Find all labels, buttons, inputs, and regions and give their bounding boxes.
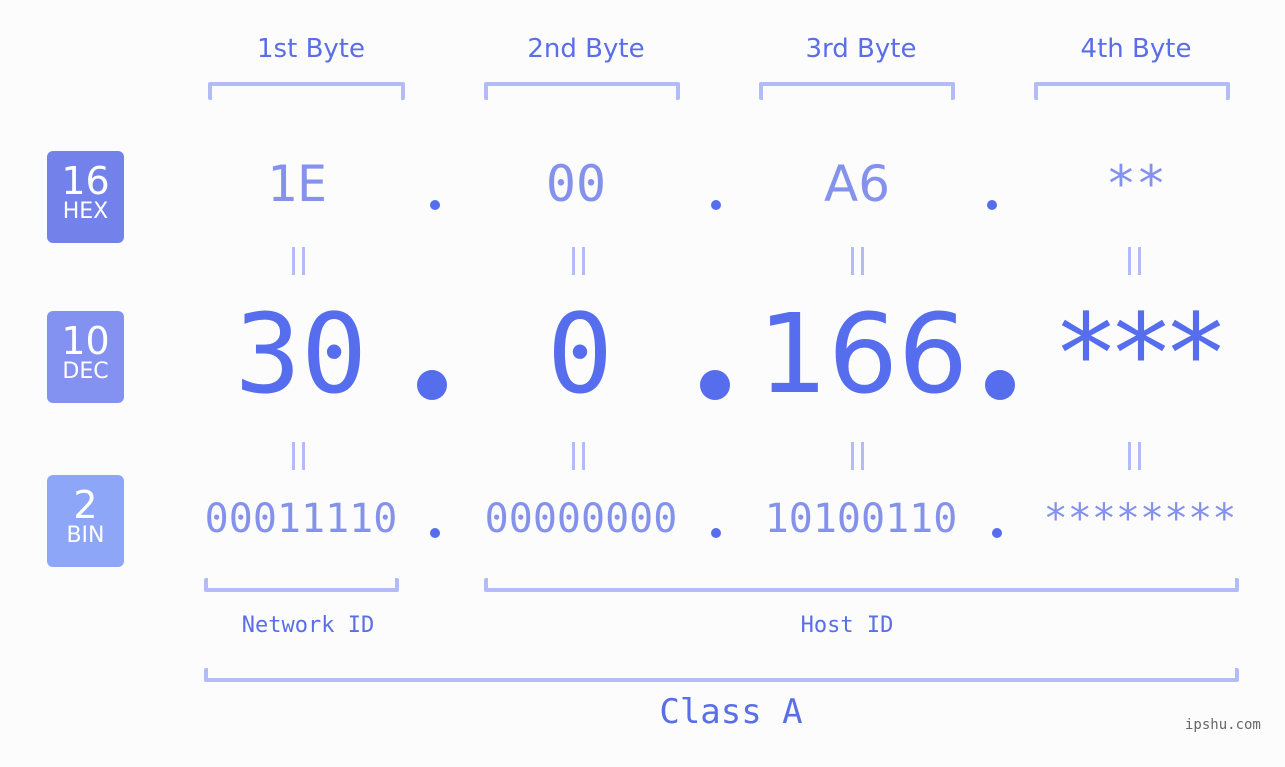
hex-separator-dot: [430, 200, 440, 210]
bin-byte-2: 00000000: [484, 496, 678, 542]
byte-bracket-3: [759, 82, 955, 100]
hex-byte-4: **: [1105, 155, 1167, 213]
hex-byte-3: A6: [823, 155, 890, 213]
bin-separator-dot: [430, 528, 440, 538]
dec-base-number: 10: [61, 319, 110, 363]
class-bracket: [204, 668, 1239, 682]
bin-base-label: BIN: [66, 523, 105, 548]
dec-byte-1: 30: [234, 290, 368, 418]
dec-byte-4: ***: [1058, 290, 1224, 418]
hex-byte-1: 1E: [266, 155, 328, 213]
network-id-label: Network ID: [241, 613, 375, 638]
byte-bracket-2: [484, 82, 680, 100]
byte-header-2: 2nd Byte: [527, 34, 645, 64]
hex-badge: 16 HEX: [47, 151, 124, 243]
network-id-bracket: [204, 578, 399, 592]
host-id-bracket: [484, 578, 1239, 592]
byte-header-1: 1st Byte: [257, 34, 365, 64]
bin-base-number: 2: [73, 483, 98, 527]
hex-separator-dot: [987, 200, 997, 210]
dec-byte-3: 166: [758, 290, 968, 418]
hex-byte-2: 00: [545, 155, 607, 213]
watermark: ipshu.com: [1185, 717, 1261, 733]
equals-icon: [290, 442, 310, 472]
bin-byte-3: 10100110: [764, 496, 958, 542]
equals-icon: [290, 247, 310, 277]
equals-icon: [849, 247, 869, 277]
dec-base-label: DEC: [62, 359, 109, 384]
hex-base-number: 16: [61, 159, 110, 203]
byte-bracket-4: [1034, 82, 1230, 100]
bin-byte-1: 00011110: [204, 496, 398, 542]
dec-separator-dot: [985, 370, 1015, 400]
equals-icon: [570, 247, 590, 277]
equals-icon: [1126, 442, 1146, 472]
dec-badge: 10 DEC: [47, 311, 124, 403]
bin-byte-4: ********: [1043, 496, 1237, 542]
bin-separator-dot: [992, 528, 1002, 538]
equals-icon: [1126, 247, 1146, 277]
equals-icon: [849, 442, 869, 472]
dec-byte-2: 0: [546, 290, 614, 418]
byte-header-4: 4th Byte: [1080, 34, 1192, 64]
host-id-label: Host ID: [800, 613, 894, 638]
class-label: Class A: [659, 692, 803, 732]
bin-badge: 2 BIN: [47, 475, 124, 567]
byte-header-3: 3rd Byte: [805, 34, 917, 64]
hex-base-label: HEX: [62, 199, 109, 224]
byte-bracket-1: [208, 82, 405, 100]
equals-icon: [570, 442, 590, 472]
hex-separator-dot: [711, 200, 721, 210]
dec-separator-dot: [700, 370, 730, 400]
dec-separator-dot: [417, 370, 447, 400]
bin-separator-dot: [711, 528, 721, 538]
